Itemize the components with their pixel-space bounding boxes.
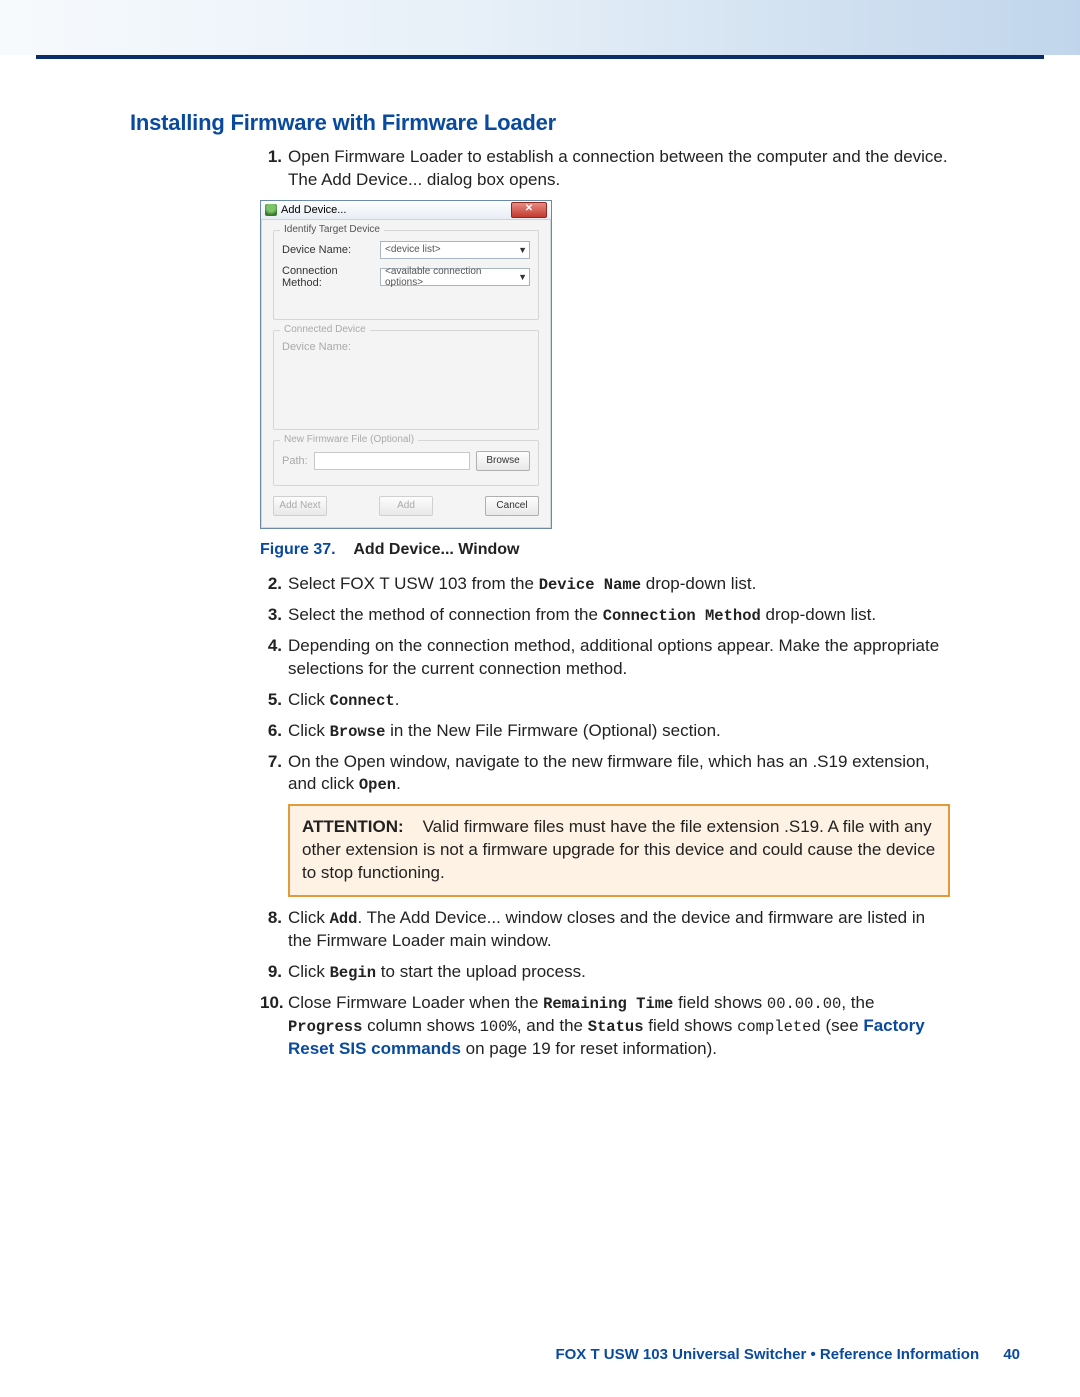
add-next-button[interactable]: Add Next (273, 496, 327, 516)
attention-box: ATTENTION: Valid firmware files must hav… (288, 804, 950, 897)
step-num: 1. (260, 146, 282, 169)
step-2: 2. Select FOX T USW 103 from the Device … (260, 573, 950, 596)
step-10: 10. Close Firmware Loader when the Remai… (260, 992, 950, 1061)
figure-number: Figure 37. (260, 541, 336, 558)
connection-method-dropdown[interactable]: <available connection options> ▼ (380, 268, 530, 286)
group-identify-legend: Identify Target Device (280, 224, 384, 235)
dialog-titlebar: Add Device... ✕ (261, 201, 551, 220)
device-name-dropdown[interactable]: <device list> ▼ (380, 241, 530, 259)
device-name-value: <device list> (385, 244, 441, 255)
step-1: 1. Open Firmware Loader to establish a c… (260, 146, 950, 192)
step-6: 6. Click Browse in the New File Firmware… (260, 720, 950, 743)
header-rule (36, 55, 1044, 59)
figure-caption: Figure 37. Add Device... Window (260, 541, 950, 559)
section-title: Installing Firmware with Firmware Loader (130, 110, 950, 136)
group-connected-legend: Connected Device (280, 324, 370, 335)
step-9: 9. Click Begin to start the upload proce… (260, 961, 950, 984)
step-8: 8. Click Add. The Add Device... window c… (260, 907, 950, 953)
label-device-name: Device Name: (282, 244, 374, 256)
chevron-down-icon: ▼ (518, 272, 527, 282)
chevron-down-icon: ▼ (518, 245, 527, 255)
label-connected-device-name: Device Name: (282, 341, 374, 353)
close-button[interactable]: ✕ (511, 202, 547, 218)
cancel-button[interactable]: Cancel (485, 496, 539, 516)
page-footer: FOX T USW 103 Universal Switcher • Refer… (555, 1346, 1020, 1363)
browse-button[interactable]: Browse (476, 451, 530, 471)
step-7: 7. On the Open window, navigate to the n… (260, 751, 950, 898)
path-input[interactable] (314, 452, 470, 470)
group-firmware-legend: New Firmware File (Optional) (280, 434, 418, 445)
download-icon (265, 204, 277, 216)
step-text: Open Firmware Loader to establish a conn… (288, 147, 948, 189)
step-4: 4. Depending on the connection method, a… (260, 635, 950, 681)
label-path: Path: (282, 455, 308, 467)
header-gradient (0, 0, 1080, 55)
page-number: 40 (1003, 1346, 1020, 1363)
dialog-title: Add Device... (281, 204, 346, 216)
step-3: 3. Select the method of connection from … (260, 604, 950, 627)
add-device-dialog: Add Device... ✕ Identify Target Device D… (260, 200, 552, 529)
step-5: 5. Click Connect. (260, 689, 950, 712)
footer-doc-title: FOX T USW 103 Universal Switcher • Refer… (555, 1346, 979, 1363)
label-connection-method: Connection Method: (282, 265, 374, 289)
figure-title: Add Device... Window (353, 541, 519, 558)
attention-label: ATTENTION: (302, 817, 404, 836)
add-button[interactable]: Add (379, 496, 433, 516)
connection-method-value: <available connection options> (385, 266, 518, 288)
